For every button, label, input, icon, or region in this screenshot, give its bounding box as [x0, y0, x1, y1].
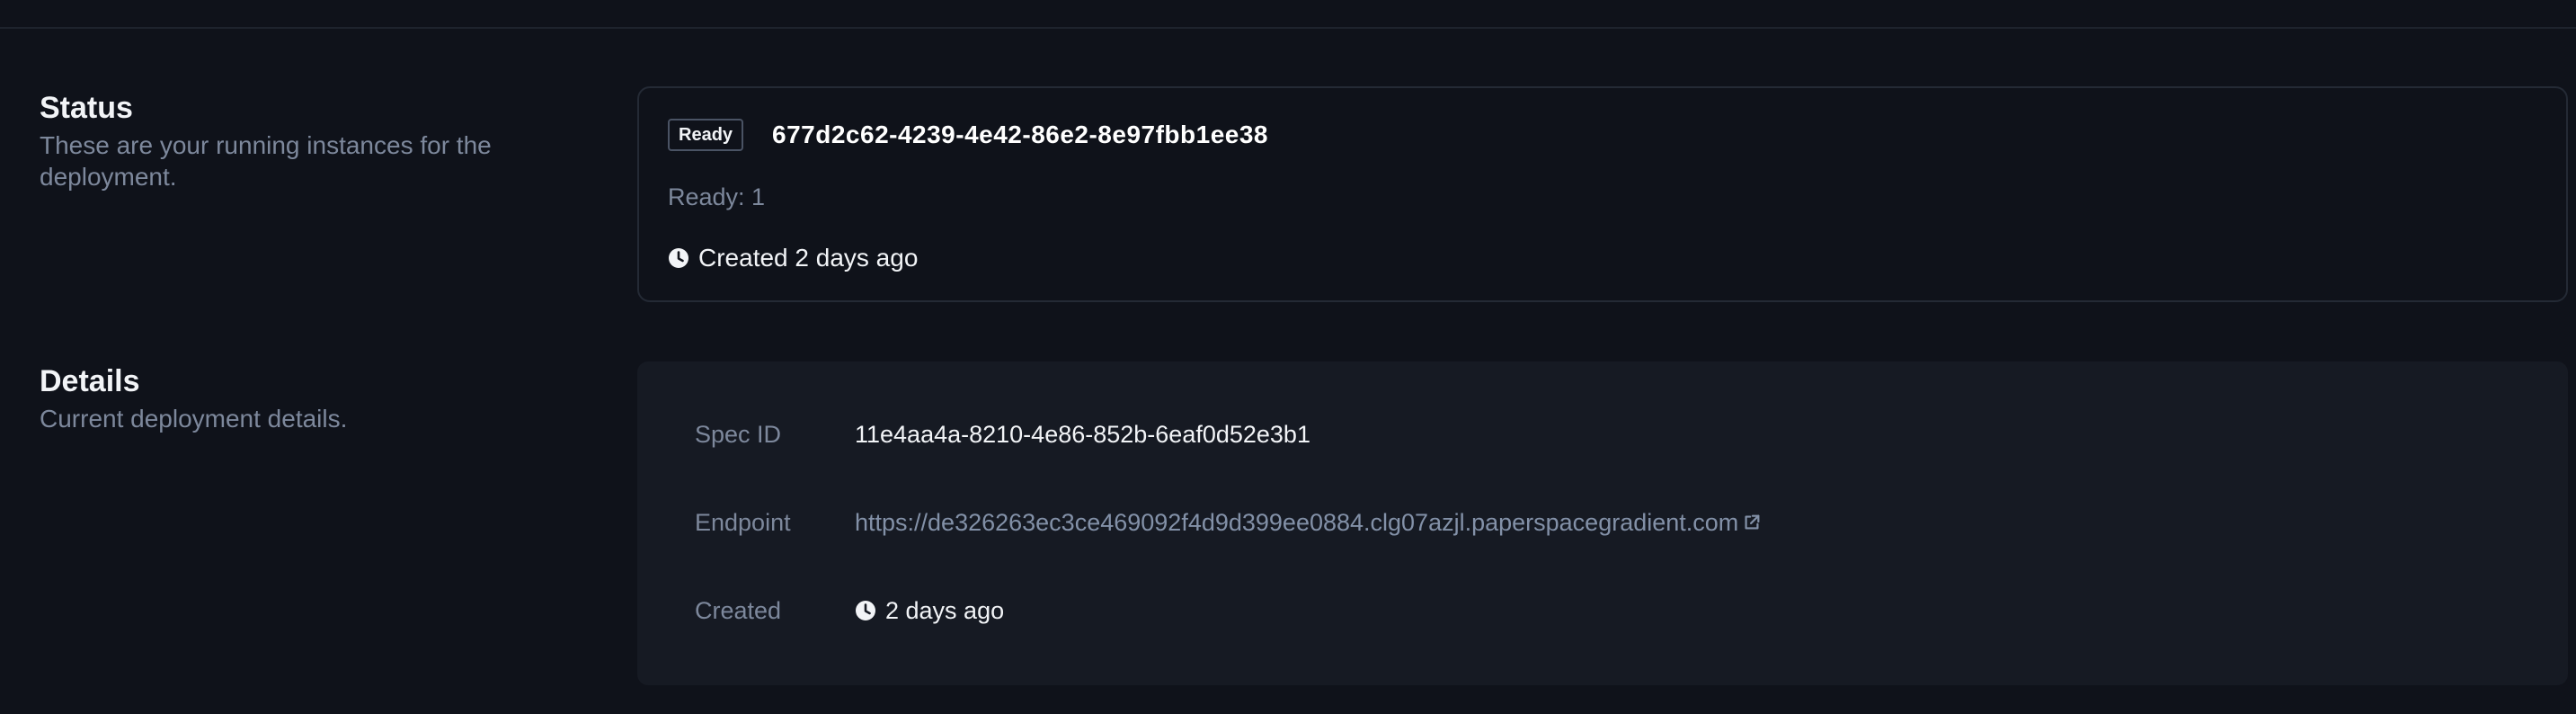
- details-description: Current deployment details.: [40, 405, 348, 433]
- created-value: 2 days ago: [855, 595, 1004, 626]
- endpoint-value: https://de326263ec3ce469092f4d9d399ee088…: [855, 507, 1762, 538]
- status-badge: Ready: [668, 119, 744, 151]
- status-section-header: Status These are your running instances …: [40, 90, 579, 192]
- clock-icon: [669, 248, 688, 268]
- detail-row-spec-id: Spec ID 11e4aa4a-8210-4e86-852b-6eaf0d52…: [695, 419, 1310, 450]
- created-label: Created: [695, 597, 782, 624]
- endpoint-url: https://de326263ec3ce469092f4d9d399ee088…: [855, 509, 1739, 536]
- detail-row-created: Created 2 days ago: [695, 595, 1004, 626]
- instance-header: Ready 677d2c62-4239-4e42-86e2-8e97fbb1ee…: [668, 119, 1268, 151]
- deployment-page: Status These are your running instances …: [0, 0, 2576, 714]
- endpoint-link[interactable]: https://de326263ec3ce469092f4d9d399ee088…: [855, 507, 1762, 538]
- ready-count: Ready: 1: [668, 183, 766, 210]
- created-value-text: 2 days ago: [885, 597, 1005, 624]
- details-section-header: Details Current deployment details.: [40, 363, 579, 434]
- detail-row-endpoint: Endpoint https://de326263ec3ce469092f4d9…: [695, 507, 1762, 538]
- clock-icon: [856, 601, 875, 620]
- instance-created: Created 2 days ago: [668, 243, 918, 273]
- instance-created-text: Created 2 days ago: [698, 244, 919, 272]
- top-divider: [0, 27, 2576, 29]
- details-title: Details: [40, 364, 140, 398]
- external-link-icon[interactable]: [1742, 513, 1762, 532]
- endpoint-label: Endpoint: [695, 509, 791, 536]
- spec-id-value: 11e4aa4a-8210-4e86-852b-6eaf0d52e3b1: [855, 421, 1310, 448]
- details-card: Spec ID 11e4aa4a-8210-4e86-852b-6eaf0d52…: [637, 361, 2568, 685]
- status-title: Status: [40, 91, 133, 125]
- status-description: These are your running instances for the…: [40, 131, 492, 191]
- instance-card: Ready 677d2c62-4239-4e42-86e2-8e97fbb1ee…: [637, 86, 2568, 302]
- spec-id-label: Spec ID: [695, 421, 782, 448]
- instance-id: 677d2c62-4239-4e42-86e2-8e97fbb1ee38: [772, 120, 1268, 148]
